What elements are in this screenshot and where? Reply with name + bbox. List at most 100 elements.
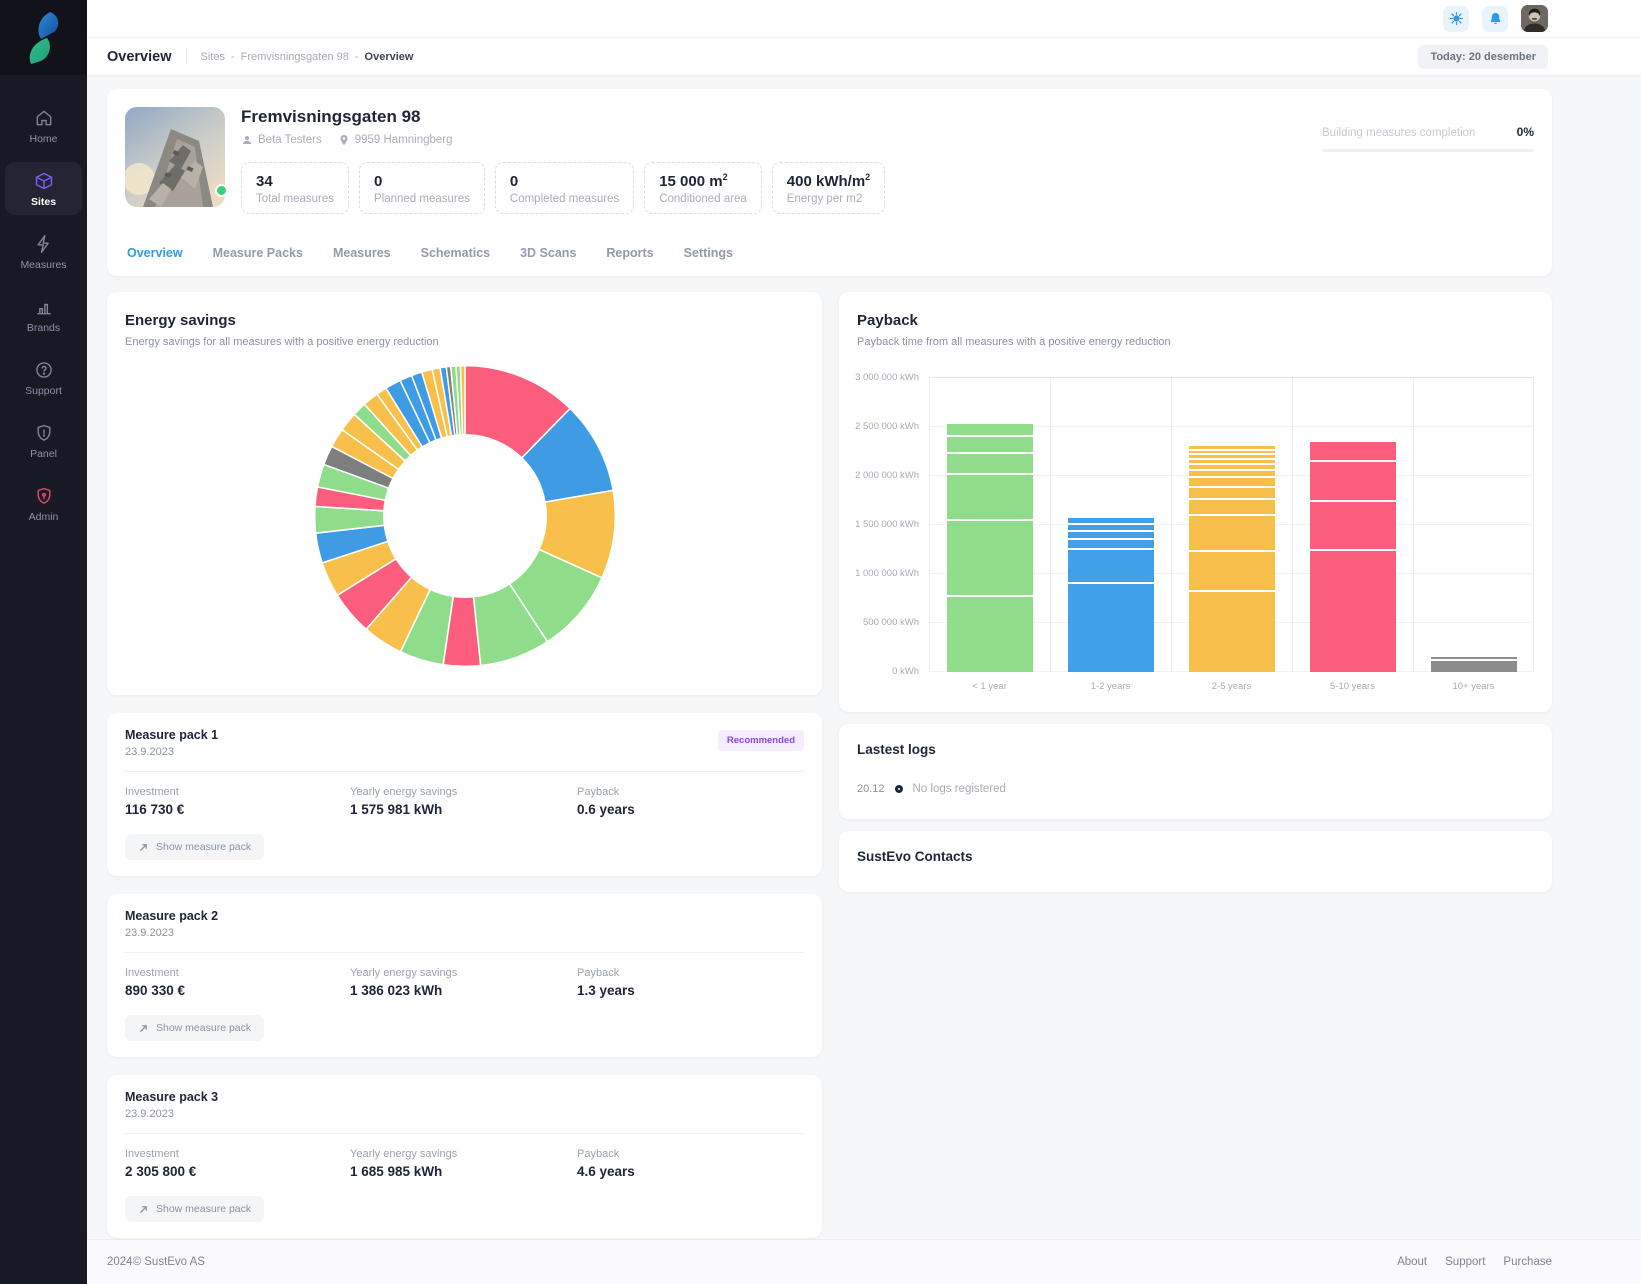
sidebar-item-label: Sites xyxy=(5,196,82,208)
stat-conditioned-area: 15 000 m2 Conditioned area xyxy=(644,162,762,214)
bar-segment xyxy=(947,424,1033,435)
payback-card: Payback Payback time from all measures w… xyxy=(839,292,1552,712)
bar-segment xyxy=(947,435,1033,452)
tab-reports[interactable]: Reports xyxy=(606,246,653,260)
x-axis: < 1 year1-2 years2-5 years5-10 years10+ … xyxy=(929,681,1534,692)
shield-lock-icon xyxy=(5,485,82,507)
bar-segment xyxy=(1189,550,1275,590)
footer-link-about[interactable]: About xyxy=(1397,1256,1427,1268)
pack-savings: Yearly energy savings 1 685 985 kWh xyxy=(350,1148,577,1179)
payback-bar-chart: 0 kWh500 000 kWh1 000 000 kWh1 500 000 k… xyxy=(857,378,1534,692)
tab-overview[interactable]: Overview xyxy=(127,246,183,260)
breadcrumb-item-site[interactable]: Fremvisningsgaten 98 xyxy=(241,51,349,63)
breadcrumb-item-sites[interactable]: Sites xyxy=(201,51,225,63)
sidebar-item-label: Measures xyxy=(5,259,82,271)
x-axis-label: 2-5 years xyxy=(1171,681,1292,692)
sidebar-item-home[interactable]: Home xyxy=(5,99,82,152)
tab-3d-scans[interactable]: 3D Scans xyxy=(520,246,576,260)
latest-logs-card: Lastest logs 20.12 No logs registered xyxy=(839,724,1552,819)
location-pin-icon xyxy=(338,134,350,146)
bar-segment xyxy=(947,519,1033,595)
completion-label: Building measures completion xyxy=(1322,127,1475,139)
footer-link-support[interactable]: Support xyxy=(1445,1256,1485,1268)
site-summary-card: Fremvisningsgaten 98 Beta Testers 9959 H… xyxy=(107,89,1552,276)
y-axis-tick-label: 3 000 000 kWh xyxy=(855,372,919,383)
stat-planned-measures: 0 Planned measures xyxy=(359,162,485,214)
measure-pack-card-3: Measure pack 3 23.9.2023 Investment 2 30… xyxy=(107,1075,822,1238)
notifications-button[interactable] xyxy=(1482,6,1508,32)
sidebar-item-support[interactable]: Support xyxy=(5,351,82,404)
contacts-card: SustEvo Contacts xyxy=(839,831,1552,892)
sun-icon xyxy=(1449,11,1464,26)
page-header: Overview Sites - Fremvisningsgaten 98 - … xyxy=(87,38,1641,75)
donut-svg xyxy=(307,358,623,674)
measure-pack-card-2: Measure pack 2 23.9.2023 Investment 890 … xyxy=(107,894,822,1057)
site-owner-badge: Beta Testers xyxy=(241,134,322,146)
bar-segment xyxy=(1189,590,1275,672)
energy-savings-title: Energy savings xyxy=(125,312,804,329)
footer-link-purchase[interactable]: Purchase xyxy=(1503,1256,1552,1268)
show-measure-pack-button[interactable]: Show measure pack xyxy=(125,834,264,860)
theme-toggle-button[interactable] xyxy=(1443,6,1469,32)
bar-segment xyxy=(947,452,1033,473)
sidebar-item-panel[interactable]: Panel xyxy=(5,414,82,467)
log-entry: 20.12 No logs registered xyxy=(857,783,1534,795)
completion-value: 0% xyxy=(1517,125,1534,139)
bar-segment xyxy=(1189,498,1275,514)
show-measure-pack-button[interactable]: Show measure pack xyxy=(125,1015,264,1041)
sidebar-item-brands[interactable]: Brands xyxy=(5,288,82,341)
pack-savings: Yearly energy savings 1 386 023 kWh xyxy=(350,967,577,998)
expand-arrow-icon xyxy=(138,1023,149,1034)
stacked-bar xyxy=(1431,657,1517,672)
bar-segment xyxy=(1068,538,1154,548)
recommended-badge: Recommended xyxy=(718,730,804,751)
today-date-pill: Today: 20 desember xyxy=(1418,45,1548,69)
plot-area xyxy=(929,378,1534,672)
stacked-bar xyxy=(1310,442,1396,672)
bar-segment xyxy=(1189,469,1275,476)
show-measure-pack-button[interactable]: Show measure pack xyxy=(125,1196,264,1222)
topbar xyxy=(87,0,1641,38)
tab-measures[interactable]: Measures xyxy=(333,246,391,260)
sidebar-item-label: Support xyxy=(5,385,82,397)
bar-segment xyxy=(1310,500,1396,549)
brand-logo[interactable] xyxy=(0,0,87,75)
shield-icon xyxy=(5,422,82,444)
pack-payback: Payback 0.6 years xyxy=(577,786,804,817)
measure-pack-date: 23.9.2023 xyxy=(125,927,804,939)
y-axis-tick-label: 500 000 kWh xyxy=(863,617,919,628)
y-axis-tick-label: 1 000 000 kWh xyxy=(855,568,919,579)
measure-pack-date: 23.9.2023 xyxy=(125,1108,804,1120)
energy-savings-donut-chart xyxy=(125,358,804,674)
bar-segment xyxy=(1189,514,1275,550)
y-axis-tick-label: 2 500 000 kWh xyxy=(855,421,919,432)
user-avatar[interactable] xyxy=(1521,5,1548,32)
sidebar-item-sites[interactable]: Sites xyxy=(5,162,82,215)
bar-segment xyxy=(1189,476,1275,486)
bar-segment xyxy=(1431,659,1517,672)
sidebar-item-admin[interactable]: Admin xyxy=(5,477,82,530)
tab-settings[interactable]: Settings xyxy=(684,246,733,260)
sidebar: Home Sites Measures Brands xyxy=(0,0,87,1284)
tab-schematics[interactable]: Schematics xyxy=(421,246,490,260)
sustevo-logo-icon xyxy=(24,11,64,65)
page-content: Fremvisningsgaten 98 Beta Testers 9959 H… xyxy=(87,75,1641,1284)
bar-column xyxy=(929,378,1050,672)
main-area: Overview Sites - Fremvisningsgaten 98 - … xyxy=(87,0,1641,1284)
bars-layer xyxy=(929,378,1534,672)
sidebar-item-label: Admin xyxy=(5,511,82,523)
sidebar-item-measures[interactable]: Measures xyxy=(5,225,82,278)
y-axis-tick-label: 2 000 000 kWh xyxy=(855,470,919,481)
tab-measure-packs[interactable]: Measure Packs xyxy=(213,246,303,260)
copyright: 2024© SustEvo AS xyxy=(107,1256,205,1268)
payback-subtitle: Payback time from all measures with a po… xyxy=(857,336,1534,348)
log-status-icon xyxy=(895,785,903,793)
energy-savings-card: Energy savings Energy savings for all me… xyxy=(107,292,822,695)
pack-payback: Payback 1.3 years xyxy=(577,967,804,998)
breadcrumb-separator: - xyxy=(355,51,359,63)
building-completion: Building measures completion 0% xyxy=(1322,125,1534,152)
sidebar-item-label: Home xyxy=(5,133,82,145)
bar-column xyxy=(1171,378,1292,672)
x-axis-label: 10+ years xyxy=(1413,681,1534,692)
app-root: Home Sites Measures Brands xyxy=(0,0,1641,1284)
